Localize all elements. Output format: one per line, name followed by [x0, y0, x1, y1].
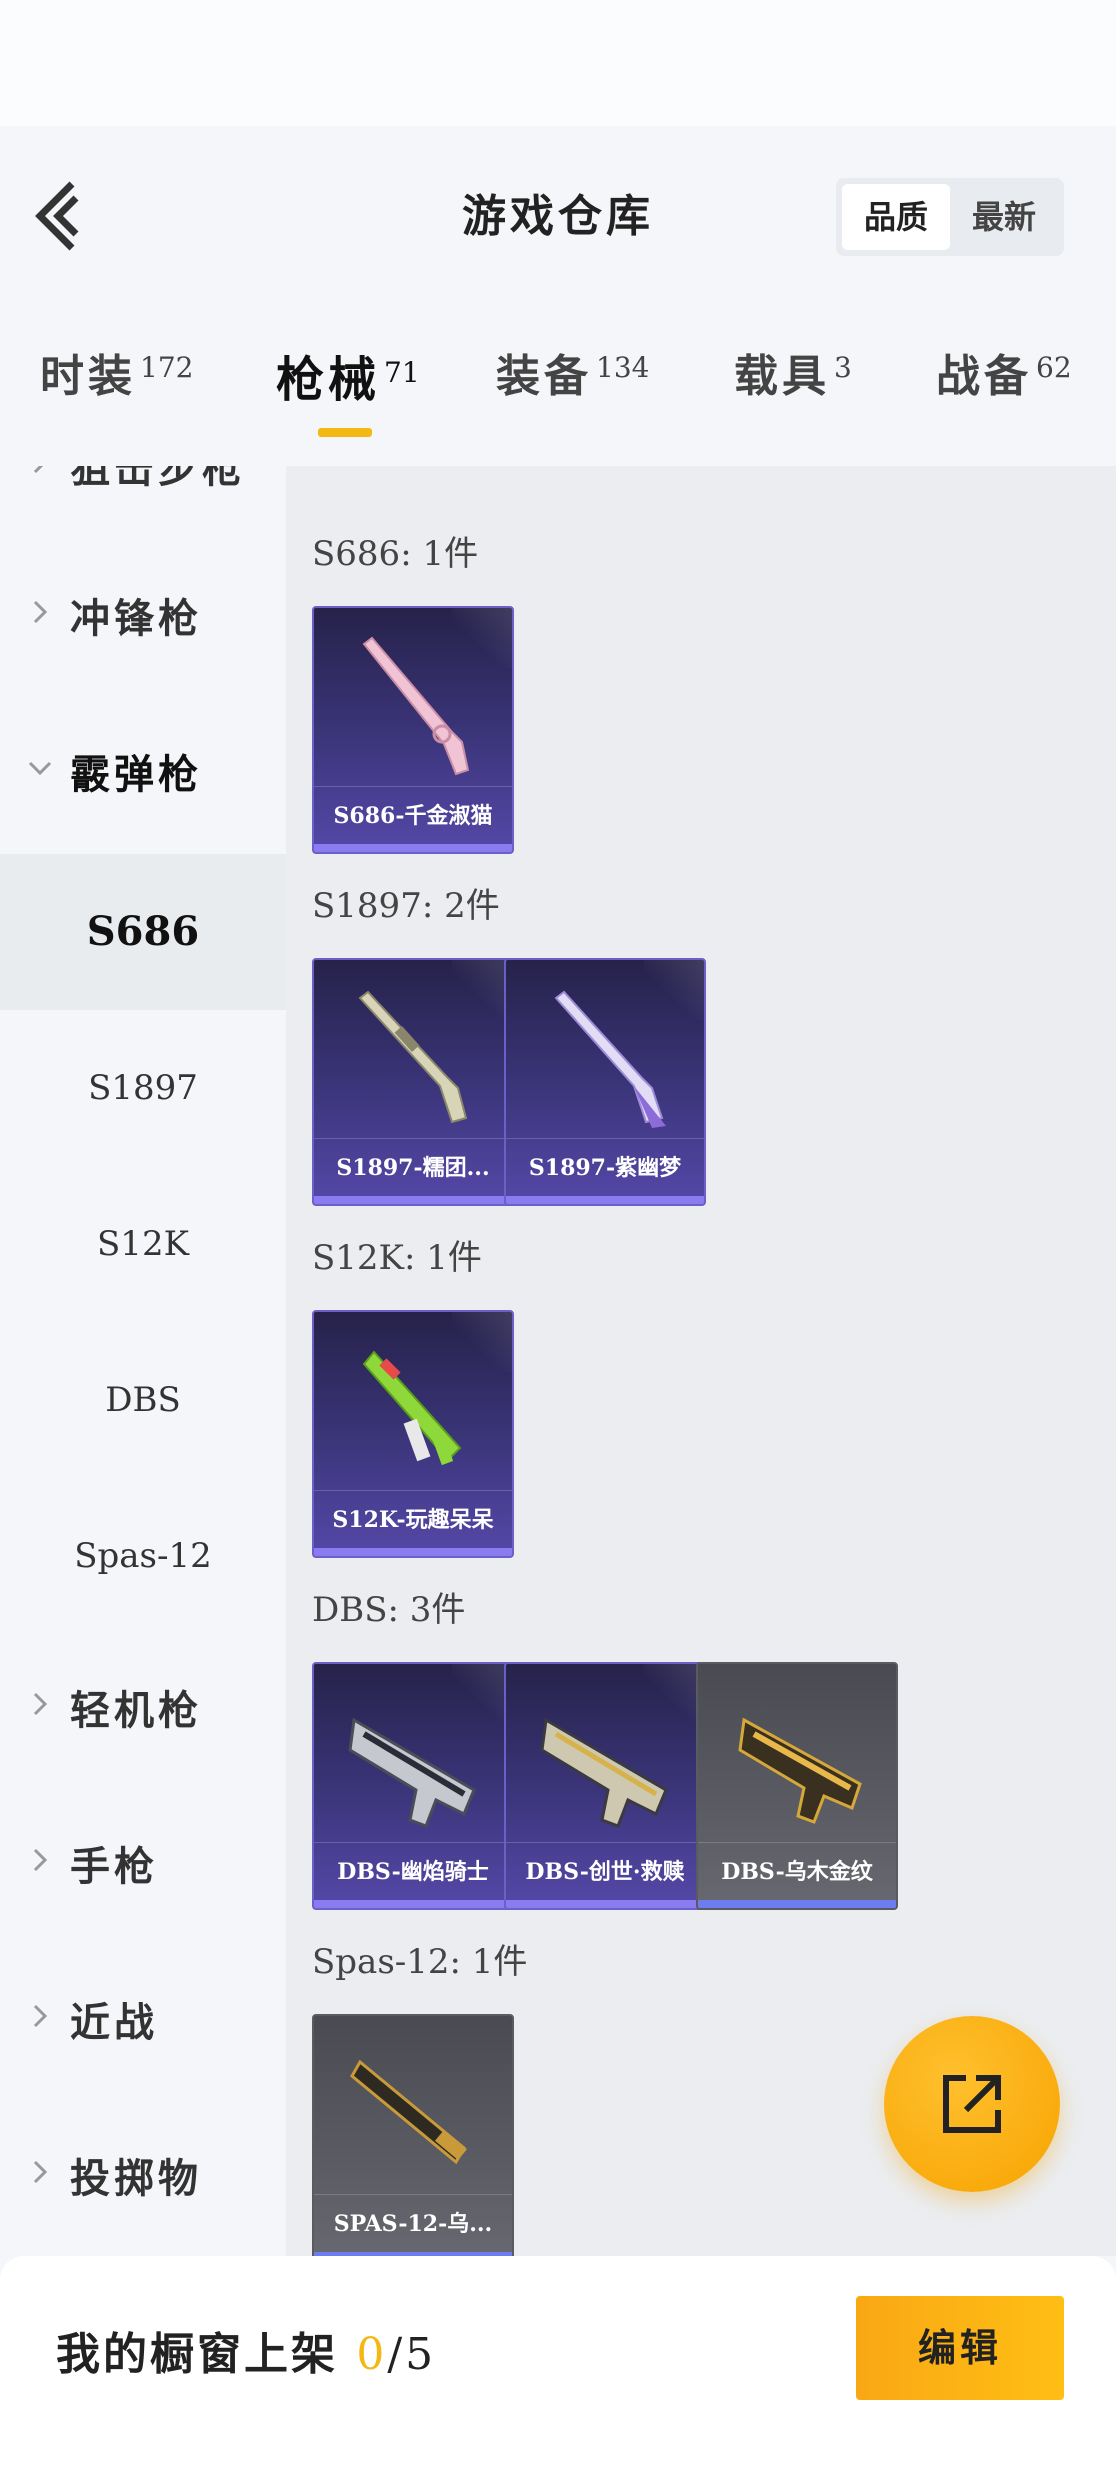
tab-label: 装备 — [496, 351, 592, 402]
sidebar-item-lmg[interactable]: 轻机枪 — [0, 1630, 286, 1786]
chevron-right-icon — [33, 600, 48, 624]
tab-label: 载具 — [734, 351, 830, 402]
group-title: S686: 1件 — [312, 534, 479, 574]
skin-name: DBS-创世·救赎 — [506, 1842, 704, 1900]
rarity-bar — [506, 1900, 704, 1908]
tab-count: 71 — [384, 356, 420, 389]
group-title: S12K: 1件 — [312, 1238, 482, 1278]
shotgun-skin-icon — [350, 2059, 467, 2165]
inventory-content: S686: 1件 S686-千金淑猫 S1897: 2件 S1897-糯团...… — [286, 466, 1116, 2256]
tab-count: 134 — [596, 351, 650, 384]
shotgun-skin-icon — [362, 1350, 462, 1466]
skin-name: S686-千金淑猫 — [314, 786, 512, 844]
status-bar — [0, 0, 1116, 126]
group-title: DBS: 3件 — [312, 1590, 466, 1630]
group-title: S1897: 2件 — [312, 886, 500, 926]
share-button[interactable] — [884, 2016, 1060, 2192]
tab-label: 时装 — [40, 351, 136, 402]
skin-card[interactable]: S12K-玩趣呆呆 — [312, 1310, 514, 1558]
tab-equipment[interactable]: 装备 134 — [496, 340, 649, 440]
skin-name: S12K-玩趣呆呆 — [314, 1490, 512, 1548]
rarity-bar — [314, 1548, 512, 1556]
shotgun-skin-icon — [738, 1717, 862, 1824]
chevron-right-icon — [33, 1692, 48, 1716]
chevron-right-icon — [33, 2160, 48, 2184]
sidebar-subitem-s1897[interactable]: S1897 — [0, 1010, 286, 1166]
tab-vehicles[interactable]: 载具 3 — [734, 340, 852, 440]
category-tabs: 时装 172 枪械 71 装备 134 载具 3 战备 62 — [0, 340, 1116, 450]
sidebar-item-label: 霰弹枪 — [70, 751, 202, 798]
back-arrow-icon — [35, 181, 79, 251]
rarity-bar — [314, 1900, 512, 1908]
tab-label: 战备 — [936, 351, 1032, 402]
sidebar-item-sniper[interactable]: 狙击步枪 — [0, 466, 286, 544]
sidebar-item-label: 冲锋枪 — [70, 595, 202, 642]
sidebar-item-pistol[interactable]: 手枪 — [0, 1786, 286, 1942]
sidebar-subitem-spas12[interactable]: Spas-12 — [0, 1478, 286, 1634]
active-tab-indicator — [318, 428, 372, 437]
tab-count: 62 — [1036, 351, 1072, 384]
sidebar-item-label: 轻机枪 — [70, 1687, 202, 1734]
skin-card[interactable]: DBS-幽焰骑士 — [312, 1662, 514, 1910]
group-title: Spas-12: 1件 — [312, 1942, 528, 1982]
sidebar-item-shotgun[interactable]: 霰弹枪 — [0, 694, 286, 850]
skin-card[interactable]: S1897-糯团... — [312, 958, 514, 1206]
tab-count: 172 — [140, 351, 194, 384]
weapon-category-sidebar: 狙击步枪 冲锋枪 霰弹枪 S686 S1897 S12K DBS Spas-12… — [0, 466, 286, 2256]
skin-name: DBS-乌木金纹 — [698, 1842, 896, 1900]
chevron-right-icon — [33, 466, 44, 474]
showcase-count: 0 — [356, 2329, 388, 2380]
sort-latest-button[interactable]: 最新 — [950, 184, 1058, 250]
skin-card[interactable]: SPAS-12-乌... — [312, 2014, 514, 2256]
sidebar-item-label: 投掷物 — [70, 2155, 202, 2202]
skin-card[interactable]: S1897-紫幽梦 — [504, 958, 706, 1206]
sidebar-item-smg[interactable]: 冲锋枪 — [0, 538, 286, 694]
rarity-bar — [314, 844, 512, 852]
sort-quality-button[interactable]: 品质 — [842, 184, 950, 250]
skin-name: DBS-幽焰骑士 — [314, 1842, 512, 1900]
showcase-status: 我的橱窗上架 0/5 — [56, 2318, 436, 2382]
sidebar-item-throwable[interactable]: 投掷物 — [0, 2098, 286, 2254]
skin-name: S1897-糯团... — [314, 1138, 512, 1196]
external-link-icon — [943, 2075, 1001, 2133]
sort-toggle: 品质 最新 — [836, 178, 1064, 256]
shotgun-skin-icon — [362, 636, 470, 776]
sidebar-item-melee[interactable]: 近战 — [0, 1942, 286, 2098]
shotgun-skin-icon — [554, 990, 666, 1128]
chevron-right-icon — [33, 1848, 48, 1872]
edit-button[interactable]: 编辑 — [856, 2296, 1064, 2400]
shotgun-skin-icon — [540, 1717, 668, 1828]
skin-card[interactable]: S686-千金淑猫 — [312, 606, 514, 854]
tab-costumes[interactable]: 时装 172 — [40, 340, 193, 440]
skin-name: S1897-紫幽梦 — [506, 1138, 704, 1196]
showcase-total: /5 — [387, 2329, 437, 2380]
tab-label: 枪械 — [276, 352, 381, 408]
skin-card[interactable]: DBS-创世·救赎 — [504, 1662, 706, 1910]
chevron-right-icon — [33, 2004, 48, 2028]
showcase-label: 我的橱窗上架 — [56, 2329, 338, 2380]
sidebar-subitem-s12k[interactable]: S12K — [0, 1166, 286, 1322]
sidebar-item-label: 手枪 — [70, 1843, 158, 1890]
sidebar-subitem-dbs[interactable]: DBS — [0, 1322, 286, 1478]
skin-name: SPAS-12-乌... — [314, 2194, 512, 2252]
tab-count: 3 — [834, 351, 852, 384]
shotgun-skin-icon — [358, 990, 468, 1124]
back-button[interactable] — [32, 176, 92, 256]
rarity-bar — [314, 1196, 512, 1204]
sidebar-item-label: 近战 — [70, 1999, 158, 2046]
tab-supplies[interactable]: 战备 62 — [936, 340, 1072, 440]
chevron-down-icon — [28, 761, 52, 776]
tab-firearms[interactable]: 枪械 71 — [276, 340, 420, 440]
rarity-bar — [506, 1196, 704, 1204]
sidebar-subitem-s686[interactable]: S686 — [0, 854, 286, 1010]
sidebar-item-label: 狙击步枪 — [70, 466, 246, 492]
bottom-bar: 我的橱窗上架 0/5 编辑 — [0, 2256, 1116, 2484]
rarity-bar — [698, 1900, 896, 1908]
shotgun-skin-icon — [348, 1717, 476, 1828]
skin-card[interactable]: DBS-乌木金纹 — [696, 1662, 898, 1910]
